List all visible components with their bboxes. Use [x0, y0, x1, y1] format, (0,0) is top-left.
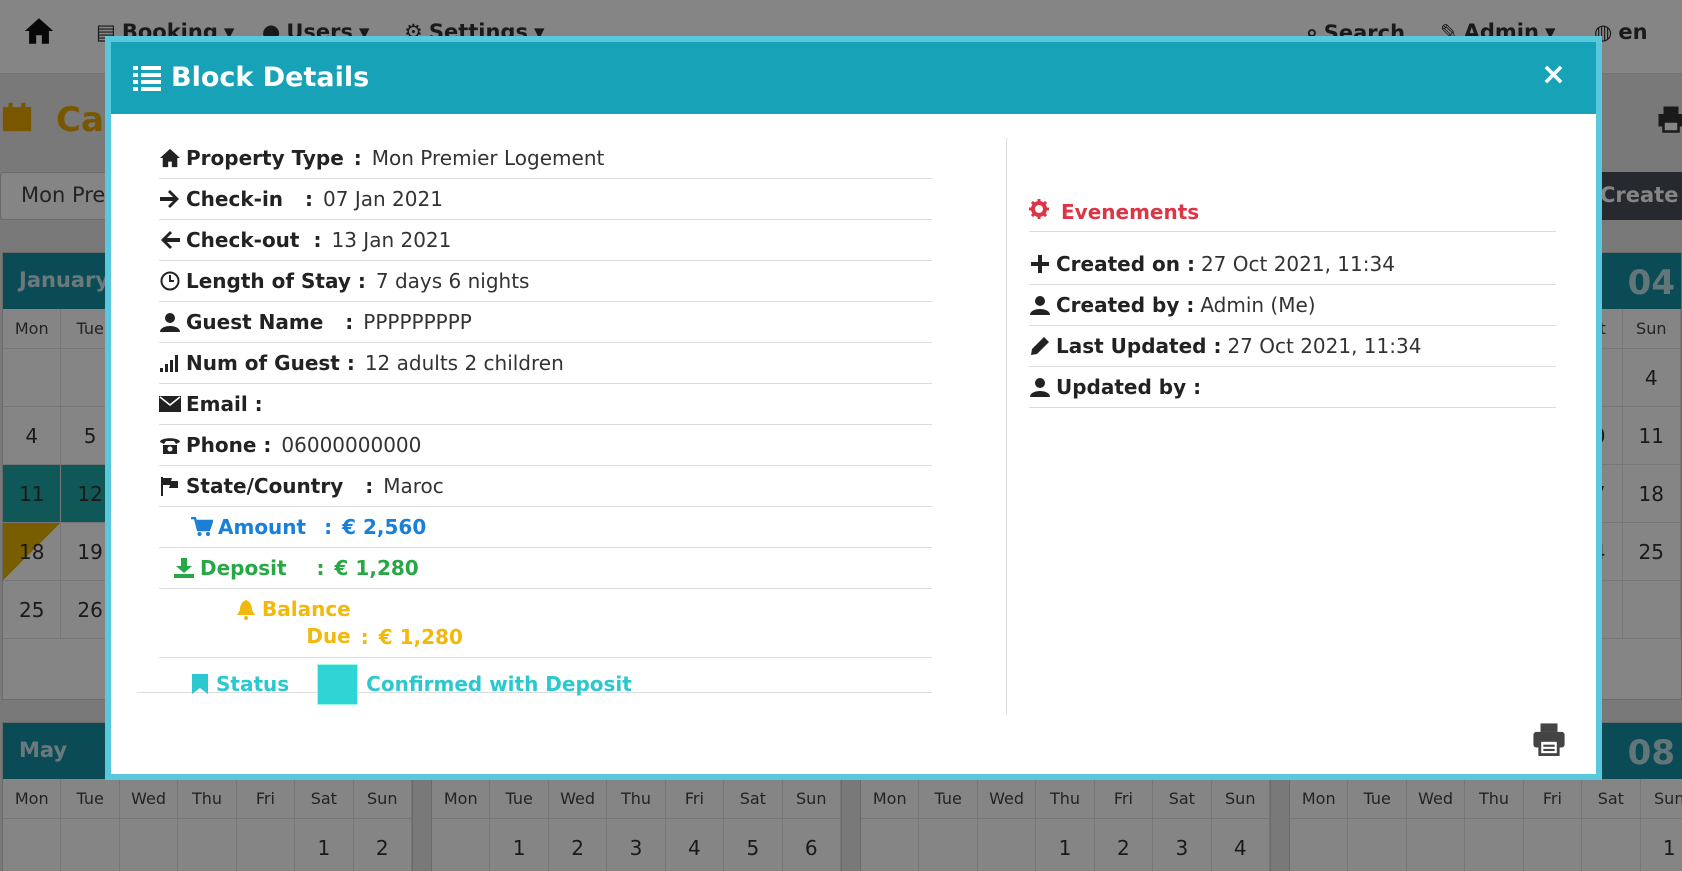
- arrow-right-icon: [159, 188, 181, 210]
- status-value: Confirmed with Deposit: [366, 672, 632, 696]
- clock-icon: [159, 270, 181, 292]
- payment-deposit: Deposit : € 1,280: [159, 548, 932, 589]
- event-label: Created by :: [1056, 293, 1195, 317]
- envelope-icon: [159, 393, 181, 415]
- detail-value: Maroc: [383, 474, 444, 498]
- shopping-cart-icon: [191, 516, 213, 538]
- payment-amount: Amount : € 2,560: [159, 507, 932, 548]
- flag-icon: [159, 475, 181, 497]
- detail-value: PPPPPPPPP: [363, 310, 472, 334]
- event-label: Last Updated :: [1056, 334, 1222, 358]
- detail-value: 07 Jan 2021: [323, 187, 443, 211]
- detail-label: Property Type: [186, 146, 344, 170]
- balance-label-line: Balance: [235, 596, 351, 623]
- download-icon: [173, 557, 195, 579]
- separator: :: [316, 556, 325, 580]
- status-color-swatch: [317, 663, 359, 705]
- phone-icon: [159, 434, 181, 456]
- event-label: Updated by :: [1056, 375, 1202, 399]
- detail-label: Guest Name: [186, 310, 324, 334]
- modal-title: Block Details: [133, 62, 369, 93]
- separator: :: [305, 187, 314, 211]
- payment-status: Status Confirmed with Deposit: [159, 658, 932, 710]
- detail-value: 06000000000: [281, 433, 422, 457]
- detail-value: 7 days 6 nights: [375, 269, 530, 293]
- payment-value: € 1,280: [334, 556, 419, 580]
- detail-guest-name: Guest Name : PPPPPPPPP: [159, 302, 932, 343]
- payment-label: Balance: [262, 597, 351, 621]
- event-created-on: Created on : 27 Oct 2021, 11:34: [1029, 244, 1556, 285]
- detail-num-of-guest: Num of Guest : 12 adults 2 children: [159, 343, 932, 384]
- detail-label: Num of Guest :: [186, 351, 355, 375]
- detail-value: 13 Jan 2021: [331, 228, 452, 252]
- event-value: 27 Oct 2021, 11:34: [1227, 334, 1422, 358]
- signal-icon: [159, 352, 181, 374]
- separator: :: [365, 474, 374, 498]
- column-divider: [1006, 138, 1007, 714]
- payment-value: € 1,280: [378, 625, 463, 649]
- detail-email: Email :: [159, 384, 932, 425]
- detail-value: Mon Premier Logement: [371, 146, 605, 170]
- detail-length-of-stay: Length of Stay : 7 days 6 nights: [159, 261, 932, 302]
- print-icon[interactable]: [1532, 722, 1566, 756]
- separator: :: [324, 515, 333, 539]
- detail-state-country: State/Country : Maroc: [159, 466, 932, 507]
- detail-property-type: Property Type : Mon Premier Logement: [159, 138, 932, 179]
- plus-icon: [1029, 253, 1051, 275]
- pencil-icon: [1029, 335, 1051, 357]
- detail-label: Length of Stay :: [186, 269, 366, 293]
- detail-label: Check-in: [186, 187, 284, 211]
- arrow-left-icon: [159, 229, 181, 251]
- separator: :: [345, 310, 354, 334]
- event-value: 27 Oct 2021, 11:34: [1200, 252, 1395, 276]
- payment-balance-due: Balance Due : € 1,280: [159, 589, 932, 658]
- detail-label: Email :: [186, 392, 263, 416]
- events-title-text: Evenements: [1061, 199, 1200, 224]
- payment-label: Amount: [218, 515, 307, 539]
- user-icon: [1029, 376, 1051, 398]
- events-title: Evenements: [1029, 192, 1556, 232]
- payment-label: Due: [306, 624, 351, 648]
- detail-phone: Phone : 06000000000: [159, 425, 932, 466]
- detail-label: State/Country: [186, 474, 344, 498]
- event-last-updated: Last Updated : 27 Oct 2021, 11:34: [1029, 326, 1556, 367]
- separator: :: [360, 625, 369, 649]
- modal-header: Block Details ×: [111, 42, 1596, 114]
- event-updated-by: Updated by :: [1029, 367, 1556, 408]
- detail-check-out: Check-out : 13 Jan 2021: [159, 220, 932, 261]
- block-details-modal: Block Details × Property Type : Mon Prem…: [105, 36, 1602, 780]
- booking-details-panel: Property Type : Mon Premier Logement Che…: [137, 138, 932, 705]
- home-icon: [159, 147, 181, 169]
- payment-value: € 2,560: [342, 515, 427, 539]
- gear-icon: [1029, 199, 1049, 224]
- event-label: Created on :: [1056, 252, 1195, 276]
- modal-title-text: Block Details: [171, 62, 370, 93]
- payment-label: Deposit: [200, 556, 287, 580]
- event-created-by: Created by : Admin (Me): [1029, 285, 1556, 326]
- separator: :: [313, 228, 322, 252]
- detail-check-in: Check-in : 07 Jan 2021: [159, 179, 932, 220]
- close-button[interactable]: ×: [1541, 60, 1566, 90]
- detail-label: Phone :: [186, 433, 272, 457]
- bell-icon: [235, 599, 257, 621]
- modal-body: Property Type : Mon Premier Logement Che…: [111, 114, 1596, 774]
- list-icon: [133, 65, 161, 91]
- balance-label-block: Balance Due: [235, 596, 351, 650]
- separator: :: [353, 146, 362, 170]
- user-icon: [1029, 294, 1051, 316]
- user-icon: [159, 311, 181, 333]
- bookmark-icon: [189, 673, 211, 695]
- detail-value: 12 adults 2 children: [364, 351, 564, 375]
- detail-label: Check-out: [186, 228, 300, 252]
- status-label: Status: [216, 672, 290, 696]
- event-value: Admin (Me): [1200, 293, 1316, 317]
